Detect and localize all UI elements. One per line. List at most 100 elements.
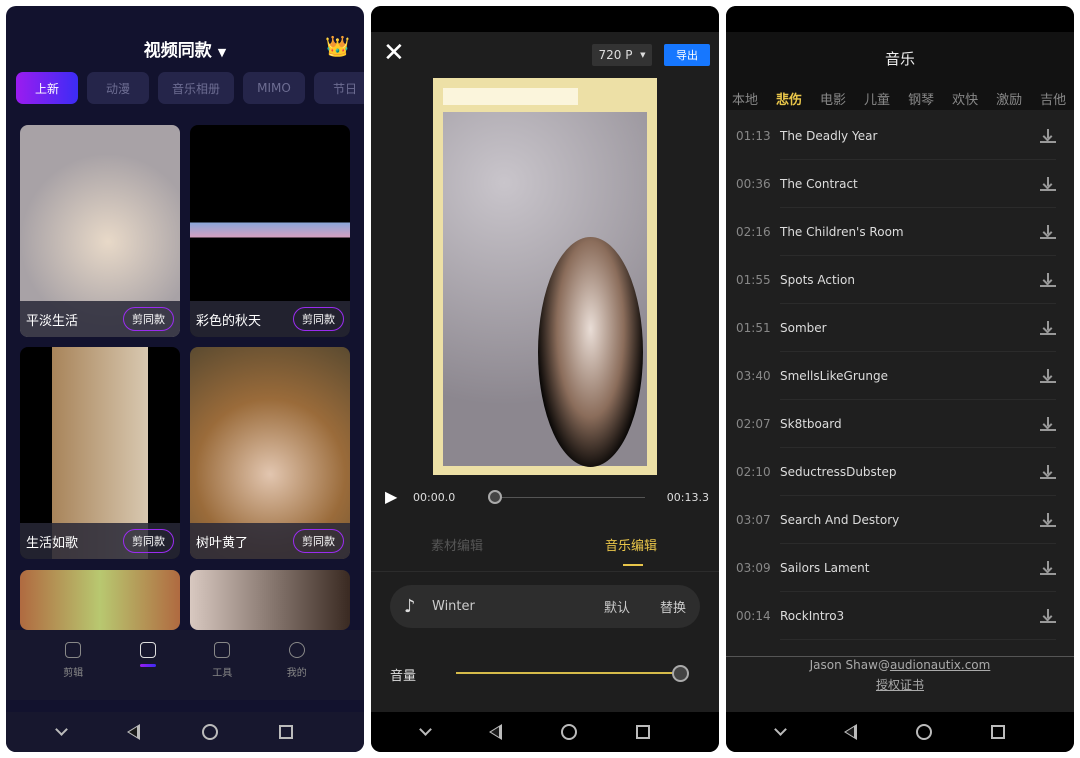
divider xyxy=(726,656,1074,657)
genre-tab[interactable]: 儿童 xyxy=(864,89,890,108)
track-name: The Deadly Year xyxy=(780,129,878,143)
seek-handle[interactable] xyxy=(488,490,502,504)
chip-festival[interactable]: 节日 xyxy=(314,72,364,104)
chevron-down-icon[interactable] xyxy=(54,723,68,736)
video-preview[interactable] xyxy=(433,78,657,475)
replace-button[interactable]: 替换 xyxy=(660,597,686,616)
chip-new[interactable]: 上新 xyxy=(16,72,78,104)
genre-tab[interactable]: 电影 xyxy=(820,89,846,108)
nav-templates[interactable] xyxy=(123,630,173,700)
genre-tab[interactable]: 悲伤 xyxy=(776,89,802,108)
recents-icon[interactable] xyxy=(990,725,1005,739)
genre-tab[interactable]: 吉他 xyxy=(1040,89,1066,108)
track-row[interactable]: 03:40 SmellsLikeGrunge xyxy=(726,352,1074,400)
seek-bar[interactable] xyxy=(495,497,645,498)
template-card[interactable] xyxy=(190,570,350,630)
volume-handle[interactable] xyxy=(672,665,689,682)
track-row[interactable]: 02:16 The Children's Room xyxy=(726,208,1074,256)
default-button[interactable]: 默认 xyxy=(604,597,630,616)
status-bar xyxy=(371,6,719,32)
download-icon[interactable] xyxy=(1040,417,1056,431)
track-row[interactable]: 01:13 The Deadly Year xyxy=(726,112,1074,160)
download-icon[interactable] xyxy=(1040,273,1056,287)
tab-music-edit[interactable]: 音乐编辑 xyxy=(605,535,657,554)
track-name: Somber xyxy=(780,321,827,335)
template-card[interactable]: 树叶黄了 剪同款 xyxy=(190,347,350,559)
chevron-down-icon[interactable] xyxy=(773,723,787,736)
download-icon[interactable] xyxy=(1040,321,1056,335)
nav-tools[interactable]: 工具 xyxy=(197,630,247,700)
chip-mimo[interactable]: MIMO xyxy=(243,72,305,104)
track-row[interactable]: 03:07 Search And Destory xyxy=(726,496,1074,544)
music-screen: 音乐 本地 悲伤 电影 儿童 钢琴 欢快 激励 吉他 01:13 The Deadly Year… xyxy=(726,6,1074,752)
track-duration: 00:14 xyxy=(736,609,771,623)
template-card[interactable]: 生活如歌 剪同款 xyxy=(20,347,180,559)
crown-icon[interactable]: 👑 xyxy=(325,34,350,58)
template-card[interactable]: 彩色的秋天 剪同款 xyxy=(190,125,350,337)
chip-music-album[interactable]: 音乐相册 xyxy=(158,72,234,104)
volume-slider[interactable] xyxy=(456,672,681,674)
track-row[interactable]: 02:07 Sk8tboard xyxy=(726,400,1074,448)
genre-tab[interactable]: 激励 xyxy=(996,89,1022,108)
divider xyxy=(780,639,1056,640)
home-icon[interactable] xyxy=(915,724,932,740)
download-icon[interactable] xyxy=(1040,225,1056,239)
license-link[interactable]: 授权证书 xyxy=(726,676,1074,693)
divider xyxy=(371,571,719,572)
download-icon[interactable] xyxy=(1040,609,1056,623)
track-name: The Contract xyxy=(780,177,858,191)
template-screen: 视频同款 ▼ 👑 上新 动漫 音乐相册 MIMO 节日 平淡生活 剪同款 彩色的秋… xyxy=(6,6,364,752)
tab-material-edit[interactable]: 素材编辑 xyxy=(431,535,483,554)
track-row[interactable]: 03:09 Sailors Lament xyxy=(726,544,1074,592)
track-row[interactable]: 01:51 Somber xyxy=(726,304,1074,352)
current-time: 00:00.0 xyxy=(413,491,456,504)
genre-tab[interactable]: 本地 xyxy=(732,89,758,108)
use-template-button[interactable]: 剪同款 xyxy=(293,307,344,331)
home-icon[interactable] xyxy=(560,724,577,740)
total-time: 00:13.3 xyxy=(666,491,709,504)
use-template-button[interactable]: 剪同款 xyxy=(293,529,344,553)
track-name: Sk8tboard xyxy=(780,417,842,431)
track-row[interactable]: 02:10 SeductressDubstep xyxy=(726,448,1074,496)
bottom-nav: 剪辑 工具 我的 xyxy=(6,630,364,700)
status-bar xyxy=(726,6,1074,32)
track-duration: 02:16 xyxy=(736,225,771,239)
download-icon[interactable] xyxy=(1040,561,1056,575)
export-button[interactable]: 导出 xyxy=(664,44,710,66)
page-title[interactable]: 视频同款 ▼ xyxy=(6,36,364,61)
download-icon[interactable] xyxy=(1040,465,1056,479)
recents-icon[interactable] xyxy=(279,725,294,739)
track-duration: 02:10 xyxy=(736,465,771,479)
track-row[interactable]: 00:36 The Contract xyxy=(726,160,1074,208)
active-tab-indicator xyxy=(623,564,643,566)
genre-tab[interactable]: 欢快 xyxy=(952,89,978,108)
back-icon[interactable] xyxy=(488,724,502,740)
template-card[interactable] xyxy=(20,570,180,630)
credit-link[interactable]: audionautix.com xyxy=(890,658,990,672)
template-card[interactable]: 平淡生活 剪同款 xyxy=(20,125,180,337)
close-icon[interactable]: ✕ xyxy=(383,40,405,66)
back-icon[interactable] xyxy=(843,724,857,740)
track-name: Winter xyxy=(432,599,475,614)
chip-anime[interactable]: 动漫 xyxy=(87,72,149,104)
nav-profile[interactable]: 我的 xyxy=(272,630,322,700)
back-icon[interactable] xyxy=(127,724,141,740)
download-icon[interactable] xyxy=(1040,129,1056,143)
home-icon[interactable] xyxy=(201,724,218,740)
play-icon[interactable]: ▶ xyxy=(385,487,397,506)
nav-edit[interactable]: 剪辑 xyxy=(48,630,98,700)
music-track-row[interactable]: ♪ Winter 默认 替换 xyxy=(390,585,700,628)
use-template-button[interactable]: 剪同款 xyxy=(123,529,174,553)
download-icon[interactable] xyxy=(1040,513,1056,527)
download-icon[interactable] xyxy=(1040,177,1056,191)
track-row[interactable]: 00:14 RockIntro3 xyxy=(726,592,1074,640)
track-row[interactable]: 01:55 Spots Action xyxy=(726,256,1074,304)
recents-icon[interactable] xyxy=(635,725,650,739)
track-duration: 01:13 xyxy=(736,129,771,143)
use-template-button[interactable]: 剪同款 xyxy=(123,307,174,331)
download-icon[interactable] xyxy=(1040,369,1056,383)
system-nav xyxy=(371,712,719,752)
resolution-select[interactable]: 720 P ▼ xyxy=(592,44,652,66)
chevron-down-icon[interactable] xyxy=(418,723,432,736)
genre-tab[interactable]: 钢琴 xyxy=(908,89,934,108)
